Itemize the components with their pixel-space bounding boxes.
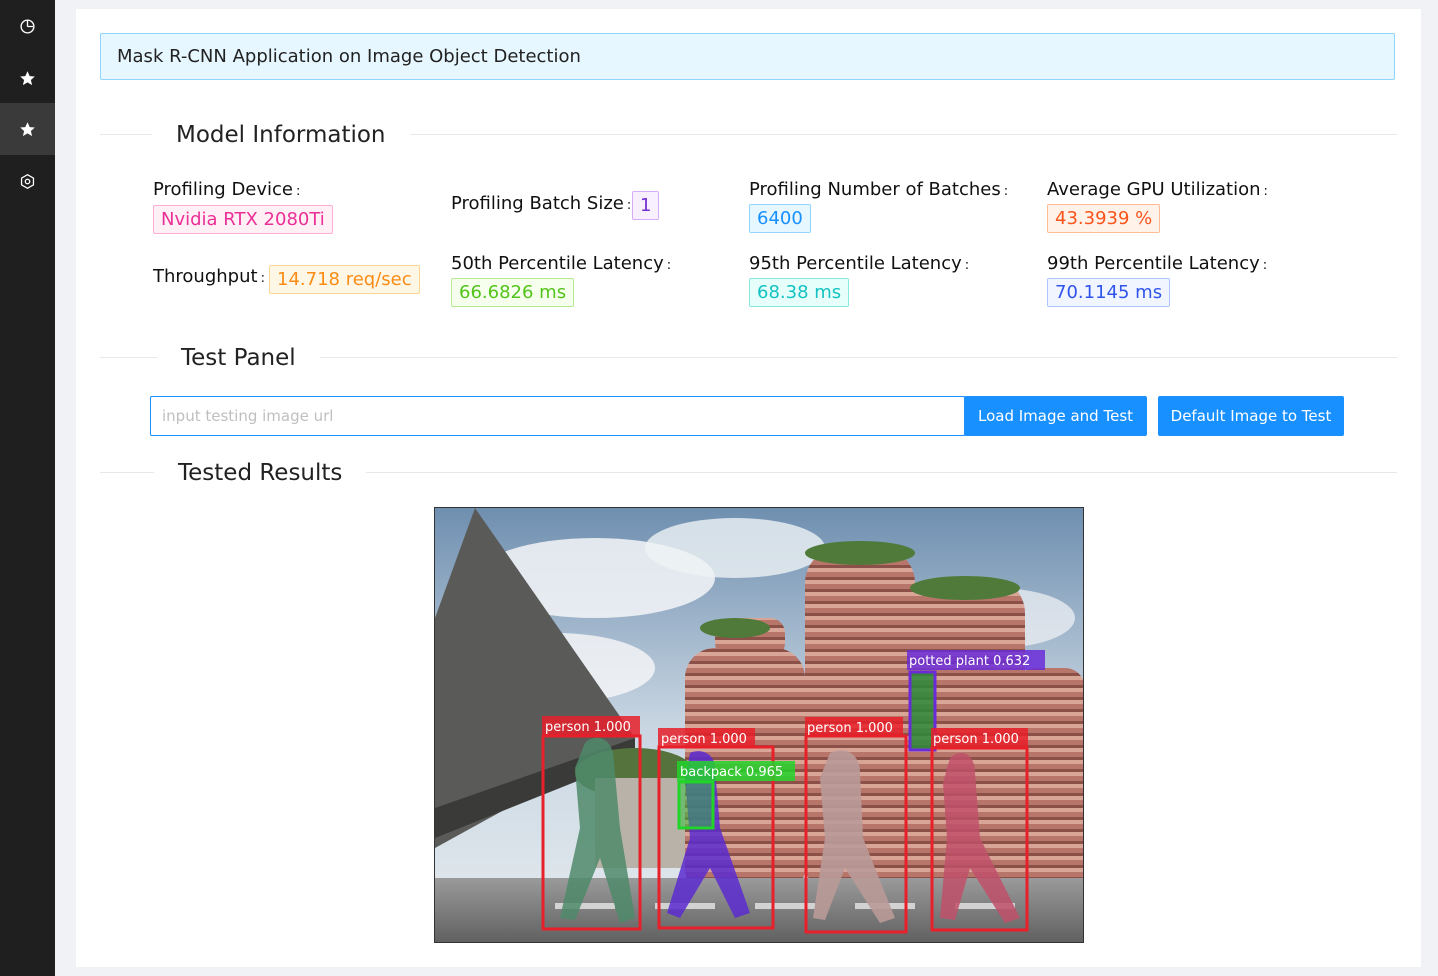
result-image: person 1.000 person 1.000 backpack 0.965 [434,507,1084,943]
sidebar-item-dashboard[interactable] [0,0,55,52]
test-panel-heading: Test Panel [157,345,320,371]
throughput-value-tag: 14.718 req/sec [269,265,420,294]
detection-label-5: potted plant 0.632 [909,654,1030,669]
dashboard-clock-icon [20,18,35,34]
model-info-heading: Model Information [152,122,410,148]
p50-label: 50th Percentile Latency: [451,253,672,274]
detection-label-6: person 1.000 [933,732,1019,747]
detection-canvas: person 1.000 person 1.000 backpack 0.965 [435,508,1083,942]
p95-value-tag: 68.38 ms [749,278,850,307]
test-panel-divider: Test Panel [100,345,1397,371]
device-label: Profiling Device: [153,179,301,200]
image-url-input[interactable] [150,396,965,436]
gpu-util-label: Average GPU Utilization: [1047,179,1268,200]
p99-value-tag: 70.1145 ms [1047,278,1171,307]
num-batches-value-tag: 6400 [749,204,811,233]
sidebar-item-settings[interactable] [0,155,55,207]
star-icon [20,70,35,85]
load-image-button[interactable]: Load Image and Test [964,396,1147,436]
p50-value-tag: 66.6826 ms [451,278,575,307]
model-info-divider: Model Information [100,122,1397,148]
num-batches-label: Profiling Number of Batches: [749,179,1009,200]
detection-label-3: backpack 0.965 [680,765,783,780]
sidebar-item-favorites[interactable] [0,52,55,104]
detection-label-1: person 1.000 [545,720,631,735]
sidebar [0,0,55,976]
star-icon [20,121,35,136]
page-title: Mask R-CNN Application on Image Object D… [117,46,581,67]
batch-size-label: Profiling Batch Size: [451,193,632,214]
tested-results-divider: Tested Results [100,460,1397,486]
main-card: Mask R-CNN Application on Image Object D… [76,9,1421,967]
batch-size-value-tag: 1 [632,191,660,220]
detection-label-2: person 1.000 [661,732,747,747]
page-title-banner: Mask R-CNN Application on Image Object D… [100,33,1395,80]
sidebar-item-models[interactable] [0,103,55,155]
p95-label: 95th Percentile Latency: [749,253,970,274]
gpu-util-value-tag: 43.3939 % [1047,204,1161,233]
throughput-label: Throughput: [153,266,265,287]
hexagon-settings-icon [20,173,35,189]
p99-label: 99th Percentile Latency: [1047,253,1268,274]
tested-results-heading: Tested Results [154,460,367,486]
detection-label-4: person 1.000 [807,721,893,736]
default-image-button[interactable]: Default Image to Test [1158,396,1344,436]
device-value-tag: Nvidia RTX 2080Ti [153,205,333,234]
